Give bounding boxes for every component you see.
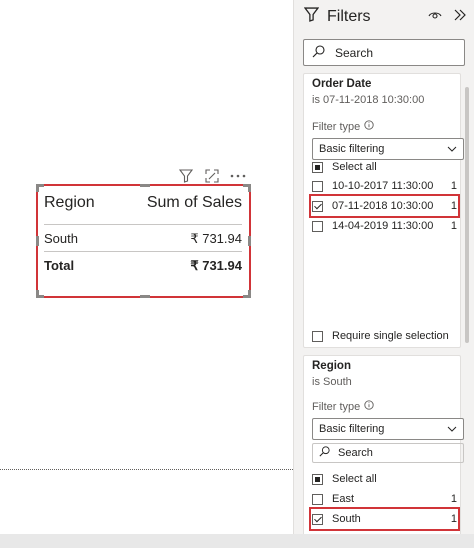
chevron-down-icon <box>447 143 457 155</box>
resize-handle[interactable] <box>36 236 39 246</box>
filter-card-title: Order Date <box>312 78 372 90</box>
option-count: 1 <box>450 493 457 505</box>
checkbox[interactable] <box>312 473 323 485</box>
total-value: ₹ 731.94 <box>190 258 242 273</box>
option-label: 14-04-2019 11:30:00 <box>332 220 434 232</box>
bottom-scrollbar[interactable] <box>0 534 474 548</box>
filters-search-input[interactable]: Search <box>303 39 465 66</box>
filter-option[interactable]: 14-04-2019 11:30:00 1 <box>312 217 457 235</box>
option-label: 10-10-2017 11:30:00 <box>332 180 434 192</box>
data-table: Region Sum of Sales South ₹ 731.94 Total… <box>44 194 242 280</box>
more-options-icon[interactable] <box>230 168 246 184</box>
page-boundary-line <box>0 469 293 470</box>
option-label: East <box>332 493 355 505</box>
filter-option[interactable]: 10-10-2017 11:30:00 1 <box>312 177 457 195</box>
filter-option[interactable]: 07-11-2018 10:30:00 1 <box>309 194 460 218</box>
option-count: 1 <box>450 513 457 525</box>
filter-card-title: Region <box>312 360 351 372</box>
filter-card-summary: is 07-11-2018 10:30:00 <box>312 94 425 106</box>
search-icon <box>312 44 325 61</box>
filters-title-text: Filters <box>327 8 371 25</box>
total-label: Total <box>44 258 75 273</box>
option-label: 07-11-2018 10:30:00 <box>332 200 434 212</box>
resize-handle[interactable] <box>36 290 39 298</box>
resize-handle[interactable] <box>248 290 251 298</box>
option-label: South <box>332 513 361 525</box>
filter-icon <box>303 7 320 27</box>
checkbox[interactable] <box>312 180 323 192</box>
region-search-input[interactable]: Search <box>312 443 464 463</box>
filter-type-text: Filter type <box>312 400 361 413</box>
checkbox[interactable] <box>312 513 323 525</box>
chevron-down-icon <box>447 423 457 435</box>
column-header-sales[interactable]: Sum of Sales <box>147 194 242 212</box>
require-single-selection[interactable]: Require single selection <box>312 327 457 345</box>
filter-type-dropdown[interactable]: Basic filtering <box>312 418 464 440</box>
select-all-checkbox[interactable]: Select all <box>312 158 457 176</box>
filter-type-value: Basic filtering <box>319 423 385 435</box>
filter-option[interactable]: East 1 <box>312 490 457 508</box>
filter-type-label: Filter type <box>312 400 452 413</box>
resize-handle[interactable] <box>36 184 39 192</box>
checkbox[interactable] <box>312 161 323 173</box>
option-count: 1 <box>450 200 457 212</box>
option-label: Require single selection <box>332 330 449 342</box>
option-label: Select all <box>332 161 377 173</box>
checkbox[interactable] <box>312 330 323 342</box>
option-count: 1 <box>450 220 457 232</box>
table-visual[interactable]: Region Sum of Sales South ₹ 731.94 Total… <box>36 184 251 298</box>
collapse-pane-icon[interactable] <box>454 8 466 26</box>
filters-pane-title: Filters <box>303 7 371 27</box>
filter-icon[interactable] <box>178 168 194 184</box>
info-icon <box>364 400 374 413</box>
info-icon <box>364 120 374 133</box>
filter-type-value: Basic filtering <box>319 143 385 155</box>
table-row: South ₹ 731.94 <box>44 225 242 252</box>
visual-header <box>178 168 246 184</box>
eye-icon[interactable] <box>428 8 442 26</box>
filters-pane: Filters Search Order Date is 07-11-2018 … <box>293 0 474 548</box>
filter-card-summary: is South <box>312 376 352 388</box>
search-placeholder: Search <box>338 447 373 459</box>
filter-type-dropdown[interactable]: Basic filtering <box>312 138 464 160</box>
report-canvas: Region Sum of Sales South ₹ 731.94 Total… <box>0 0 293 548</box>
column-header-region[interactable]: Region <box>44 194 95 212</box>
filter-type-text: Filter type <box>312 120 361 133</box>
filter-option[interactable]: South 1 <box>309 507 460 531</box>
table-header: Region Sum of Sales <box>44 194 242 225</box>
cell-sales: ₹ 731.94 <box>190 231 242 246</box>
filter-card-order-date: Order Date is 07-11-2018 10:30:00 Filter… <box>303 73 464 348</box>
option-count: 1 <box>450 180 457 192</box>
cell-region: South <box>44 231 78 246</box>
pane-scrollbar[interactable] <box>465 87 469 343</box>
search-placeholder: Search <box>335 45 374 60</box>
pane-actions <box>428 8 466 26</box>
resize-handle[interactable] <box>248 236 251 246</box>
checkbox[interactable] <box>312 220 323 232</box>
option-label: Select all <box>332 473 377 485</box>
resize-handle[interactable] <box>140 184 150 187</box>
filter-card-region: Region is South Filter type Basic filter… <box>303 355 464 540</box>
focus-mode-icon[interactable] <box>204 168 220 184</box>
search-icon <box>319 446 330 460</box>
resize-handle[interactable] <box>140 295 150 298</box>
table-total-row: Total ₹ 731.94 <box>44 252 242 280</box>
checkbox[interactable] <box>312 200 323 212</box>
filter-type-label: Filter type <box>312 120 452 133</box>
resize-handle[interactable] <box>248 184 251 192</box>
checkbox[interactable] <box>312 493 323 505</box>
select-all-checkbox[interactable]: Select all <box>312 470 457 488</box>
